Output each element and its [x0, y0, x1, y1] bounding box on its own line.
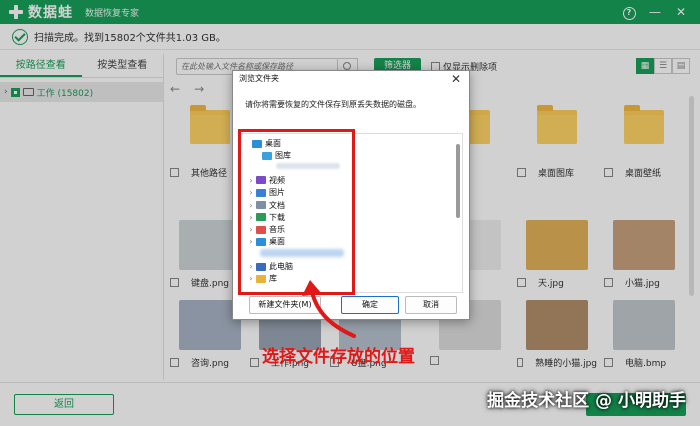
annotation-text: 选择文件存放的位置: [262, 347, 415, 367]
watermark: 掘金技术社区 @ 小明助手: [487, 391, 686, 411]
folder-tree-scrollbar[interactable]: [456, 144, 460, 218]
annotation-arrow-icon: [302, 280, 356, 338]
dialog-description: 请你将需要恢复的文件保存到原丢失数据的磁盘。: [245, 100, 421, 109]
cancel-button[interactable]: 取消: [405, 296, 457, 314]
dialog-title: 浏览文件夹: [239, 74, 279, 83]
dialog-close-icon[interactable]: ✕: [451, 72, 461, 86]
highlight-box: [238, 129, 355, 295]
